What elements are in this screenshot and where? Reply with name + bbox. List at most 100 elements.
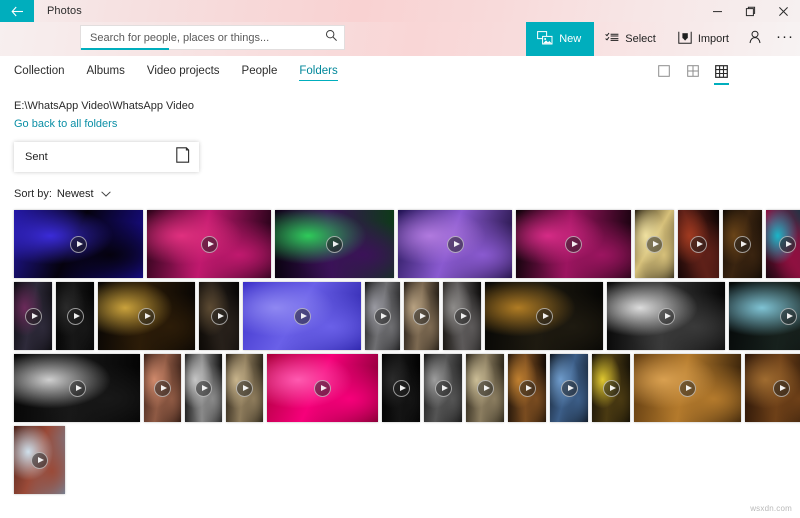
play-icon <box>195 379 212 397</box>
play-icon <box>434 379 452 397</box>
thumbnail-row <box>0 210 800 282</box>
play-icon <box>734 235 751 253</box>
play-icon <box>679 379 696 397</box>
import-tray-icon <box>678 31 692 47</box>
video-thumbnail[interactable] <box>14 354 140 422</box>
play-icon <box>236 379 253 397</box>
select-list-icon <box>605 32 619 47</box>
video-thumbnail[interactable] <box>592 354 630 422</box>
account-person-icon <box>748 30 762 49</box>
video-thumbnail[interactable] <box>147 210 271 278</box>
play-icon <box>779 307 797 325</box>
tab-video-projects[interactable]: Video projects <box>147 62 220 80</box>
video-thumbnail[interactable] <box>550 354 588 422</box>
minimize-button[interactable] <box>701 0 734 22</box>
select-button-label: Select <box>625 33 656 45</box>
video-thumbnail[interactable] <box>144 354 181 422</box>
video-thumbnail[interactable] <box>185 354 222 422</box>
video-thumbnail[interactable] <box>267 354 378 422</box>
video-thumbnail[interactable] <box>466 354 504 422</box>
view-small-grid-icon[interactable] <box>713 63 730 85</box>
video-thumbnail[interactable] <box>14 210 143 278</box>
play-icon <box>602 379 620 397</box>
video-thumbnail[interactable] <box>607 282 725 350</box>
play-icon <box>200 235 218 253</box>
play-icon <box>518 379 536 397</box>
folder-card-sent[interactable]: Sent <box>14 142 199 172</box>
video-thumbnail-grid <box>0 200 800 498</box>
app-title: Photos <box>47 5 82 17</box>
video-thumbnail[interactable] <box>275 210 394 278</box>
video-thumbnail[interactable] <box>678 210 719 278</box>
video-thumbnail[interactable] <box>634 354 741 422</box>
video-thumbnail[interactable] <box>98 282 195 350</box>
back-button[interactable] <box>0 0 34 22</box>
more-options-button[interactable]: ··· <box>770 22 800 56</box>
titlebar-drag-region <box>82 0 701 22</box>
command-bar-actions: New Select Import ··· <box>526 22 800 56</box>
window-controls <box>701 0 800 22</box>
video-thumbnail[interactable] <box>508 354 546 422</box>
thumbnail-row <box>0 354 800 426</box>
play-icon <box>690 235 707 253</box>
play-icon <box>560 379 578 397</box>
new-button[interactable]: New <box>526 22 595 56</box>
account-button[interactable] <box>740 22 770 56</box>
play-icon <box>138 307 155 325</box>
play-icon <box>70 235 87 253</box>
more-ellipsis-icon: ··· <box>776 28 794 45</box>
play-icon <box>657 307 675 325</box>
video-thumbnail[interactable] <box>14 426 65 494</box>
maximize-button[interactable] <box>734 0 767 22</box>
tab-collection[interactable]: Collection <box>14 62 65 80</box>
search-button[interactable] <box>318 29 344 47</box>
video-thumbnail[interactable] <box>398 210 512 278</box>
video-thumbnail[interactable] <box>404 282 439 350</box>
video-thumbnail[interactable] <box>635 210 674 278</box>
video-thumbnail[interactable] <box>443 282 481 350</box>
play-icon <box>314 379 331 397</box>
play-icon <box>24 307 42 325</box>
view-medium-grid-icon[interactable] <box>684 63 701 80</box>
sort-by-label: Sort by: <box>14 188 52 200</box>
play-icon <box>154 379 171 397</box>
folder-card-label: Sent <box>25 151 48 163</box>
play-icon <box>476 379 494 397</box>
tab-folders[interactable]: Folders <box>299 62 339 81</box>
new-button-label: New <box>559 33 582 45</box>
thumbnail-row <box>0 282 800 354</box>
play-icon <box>68 379 86 397</box>
video-thumbnail[interactable] <box>14 282 52 350</box>
play-icon <box>293 307 311 325</box>
tab-people[interactable]: People <box>242 62 278 80</box>
play-icon <box>326 235 343 253</box>
video-thumbnail[interactable] <box>382 354 420 422</box>
thumbnail-row <box>0 426 800 498</box>
video-thumbnail[interactable] <box>226 354 263 422</box>
view-large-icon[interactable] <box>655 63 672 80</box>
tab-albums[interactable]: Albums <box>87 62 125 80</box>
video-thumbnail[interactable] <box>766 210 800 278</box>
close-button[interactable] <box>767 0 800 22</box>
play-icon <box>66 307 84 325</box>
go-back-to-all-folders-link[interactable]: Go back to all folders <box>14 116 117 132</box>
video-thumbnail[interactable] <box>516 210 631 278</box>
title-bar: Photos <box>0 0 800 22</box>
import-button[interactable]: Import <box>667 22 740 56</box>
video-thumbnail[interactable] <box>729 282 800 350</box>
select-button[interactable]: Select <box>594 22 667 56</box>
video-thumbnail[interactable] <box>56 282 94 350</box>
search-input[interactable] <box>81 31 318 44</box>
video-thumbnail[interactable] <box>199 282 239 350</box>
folder-path: E:\WhatsApp Video\WhatsApp Video <box>14 100 194 112</box>
video-thumbnail[interactable] <box>723 210 762 278</box>
video-thumbnail[interactable] <box>745 354 800 422</box>
video-thumbnail[interactable] <box>485 282 603 350</box>
back-arrow-icon <box>10 6 24 17</box>
video-thumbnail[interactable] <box>365 282 400 350</box>
sort-by-dropdown[interactable]: Newest <box>57 188 111 200</box>
video-thumbnail[interactable] <box>243 282 361 350</box>
folder-card-container: Sent <box>0 132 800 172</box>
search-box[interactable] <box>80 25 345 50</box>
video-thumbnail[interactable] <box>424 354 462 422</box>
